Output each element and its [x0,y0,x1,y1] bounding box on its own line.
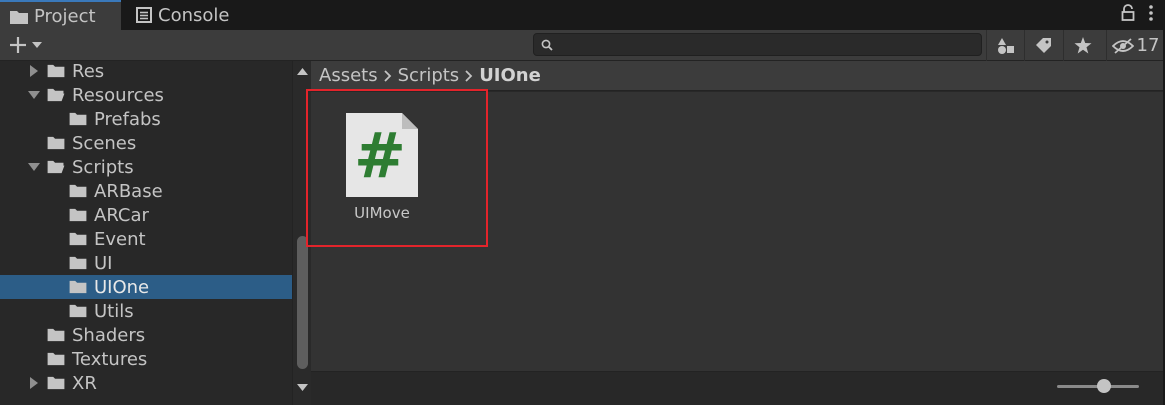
open-folder-icon [47,88,65,102]
search-field[interactable] [533,33,982,56]
tree-item-textures[interactable]: Textures [0,347,292,371]
expanded-arrow-icon[interactable] [28,161,40,173]
tree-item-xr[interactable]: XR [0,371,292,395]
tree-item-scenes[interactable]: Scenes [0,131,292,155]
eye-slash-icon [1111,37,1134,54]
tree-item-arcar[interactable]: ARCar [0,203,292,227]
project-window: Project Console 17 Res Resources Prefabs… [0,0,1165,405]
tree-item-uione[interactable]: UIOne [0,275,292,299]
tree-item-prefabs[interactable]: Prefabs [0,107,292,131]
search-icon [541,39,553,51]
asset-name-label: UIMove [354,204,410,222]
search-by-label-button[interactable] [1024,30,1062,61]
scrollbar-thumb[interactable] [297,236,308,369]
tab-console[interactable]: Console [124,0,260,30]
tree-item-label: Shaders [72,324,146,346]
folder-icon [47,136,65,150]
slider-handle[interactable] [1097,379,1111,393]
tree-item-label: ARCar [94,204,149,226]
tree-item-label: Event [94,228,146,250]
folder-tree: Res Resources Prefabs Scenes Scripts ARBase AR… [0,61,292,405]
more-options-icon[interactable] [1149,5,1153,21]
tab-project-label: Project [34,5,96,27]
dropdown-arrow-icon [32,42,42,48]
tab-console-label: Console [158,4,230,26]
tree-item-scripts[interactable]: Scripts [0,155,292,179]
tree-item-label: UIOne [94,276,150,298]
folder-icon [69,256,87,270]
tree-item-label: ARBase [94,180,163,202]
tab-project[interactable]: Project [0,0,121,30]
lock-icon[interactable] [1121,4,1135,22]
breadcrumb: Assets Scripts UIOne [311,61,1163,91]
collapsed-arrow-icon[interactable] [28,377,40,389]
tree-item-label: Res [72,61,105,82]
breadcrumb-current[interactable]: UIOne [479,65,541,86]
search-by-type-button[interactable] [986,30,1024,61]
tree-item-arbase[interactable]: ARBase [0,179,292,203]
asset-item-uimove[interactable]: # [346,113,418,197]
tree-item-res[interactable]: Res [0,61,292,83]
tree-item-label: UI [94,252,113,274]
expanded-arrow-icon[interactable] [28,89,40,101]
folder-icon [69,208,87,222]
create-button[interactable] [8,34,42,56]
collapsed-arrow-icon[interactable] [28,65,40,77]
tree-item-ui[interactable]: UI [0,251,292,275]
chevron-right-icon [465,69,473,82]
folder-icon [47,352,65,366]
chevron-right-icon [383,69,392,82]
hidden-packages-button[interactable]: 17 [1106,30,1164,61]
folder-icon [69,184,87,198]
open-folder-icon [47,160,65,174]
folder-icon [69,112,87,126]
folder-icon [10,10,28,24]
favorites-button[interactable] [1063,30,1101,61]
tag-icon [1036,38,1051,53]
tab-bar: Project Console [0,0,1163,30]
folder-icon [47,376,65,390]
hidden-count-label: 17 [1136,35,1160,56]
console-icon [136,7,152,23]
csharp-script-icon: # [346,113,418,197]
star-icon [1074,37,1091,54]
tree-item-event[interactable]: Event [0,227,292,251]
shapes-icon [997,37,1014,54]
folder-icon [69,304,87,318]
project-toolbar: 17 [0,30,1163,61]
folder-icon [69,280,87,294]
folder-icon [47,64,65,78]
tree-item-resources[interactable]: Resources [0,83,292,107]
tree-item-label: XR [72,372,97,394]
folder-icon [47,328,65,342]
tree-item-utils[interactable]: Utils [0,299,292,323]
tree-item-shaders[interactable]: Shaders [0,323,292,347]
scroll-down-icon[interactable] [297,384,308,391]
breadcrumb-scripts[interactable]: Scripts [398,65,460,86]
script-glyph: # [354,119,406,192]
tree-item-label: Scripts [72,156,134,178]
tree-item-label: Utils [94,300,134,322]
tree-item-label: Textures [72,348,148,370]
plus-icon [10,37,26,53]
tree-item-label: Prefabs [94,108,161,130]
tree-item-label: Resources [72,84,164,106]
scroll-up-icon[interactable] [297,68,308,75]
tree-item-label: Scenes [72,132,137,154]
folder-icon [69,232,87,246]
grid-footer [311,371,1163,405]
breadcrumb-assets[interactable]: Assets [319,65,378,86]
